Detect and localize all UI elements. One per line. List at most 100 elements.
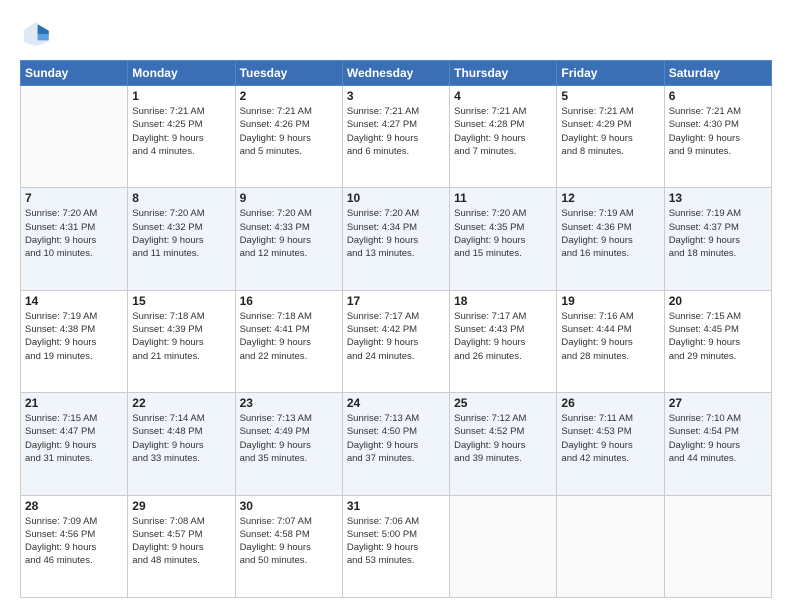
weekday-header-saturday: Saturday [664,61,771,86]
day-info: Sunrise: 7:21 AM Sunset: 4:29 PM Dayligh… [561,105,659,158]
calendar-week-row: 14 Sunrise: 7:19 AM Sunset: 4:38 PM Dayli… [21,290,772,392]
calendar-cell: 3Sunrise: 7:21 AM Sunset: 4:27 PM Daylig… [342,86,449,188]
day-info: Sunrise: 7:06 AM Sunset: 5:00 PM Dayligh… [347,515,445,568]
day-number: 31 [347,499,445,513]
day-number: 14 [25,294,123,308]
calendar-week-row: 21 Sunrise: 7:15 AM Sunset: 4:47 PM Dayli… [21,393,772,495]
weekday-header-wednesday: Wednesday [342,61,449,86]
calendar-cell [557,495,664,597]
logo-icon [20,18,52,50]
calendar-cell: 27 Sunrise: 7:10 AM Sunset: 4:54 PM Dayli… [664,393,771,495]
day-info: Sunrise: 7:20 AM Sunset: 4:34 PM Dayligh… [347,207,445,260]
calendar-cell: 29 Sunrise: 7:08 AM Sunset: 4:57 PM Dayli… [128,495,235,597]
weekday-header-monday: Monday [128,61,235,86]
day-info: Sunrise: 7:20 AM Sunset: 4:35 PM Dayligh… [454,207,552,260]
day-info: Sunrise: 7:13 AM Sunset: 4:50 PM Dayligh… [347,412,445,465]
weekday-header-row: SundayMondayTuesdayWednesdayThursdayFrid… [21,61,772,86]
calendar-cell: 7Sunrise: 7:20 AM Sunset: 4:31 PM Daylig… [21,188,128,290]
calendar-cell: 1 Sunrise: 7:21 AM Sunset: 4:25 PM Daylig… [128,86,235,188]
weekday-header-friday: Friday [557,61,664,86]
day-info: Sunrise: 7:10 AM Sunset: 4:54 PM Dayligh… [669,412,767,465]
day-number: 18 [454,294,552,308]
day-number: 22 [132,396,230,410]
logo [20,18,56,50]
day-number: 8 [132,191,230,205]
day-number: 21 [25,396,123,410]
calendar-table: SundayMondayTuesdayWednesdayThursdayFrid… [20,60,772,598]
calendar-cell: 15 Sunrise: 7:18 AM Sunset: 4:39 PM Dayli… [128,290,235,392]
day-number: 10 [347,191,445,205]
calendar-cell: 28 Sunrise: 7:09 AM Sunset: 4:56 PM Dayli… [21,495,128,597]
day-info: Sunrise: 7:19 AM Sunset: 4:37 PM Dayligh… [669,207,767,260]
day-number: 23 [240,396,338,410]
day-info: Sunrise: 7:18 AM Sunset: 4:41 PM Dayligh… [240,310,338,363]
weekday-header-sunday: Sunday [21,61,128,86]
day-info: Sunrise: 7:20 AM Sunset: 4:32 PM Dayligh… [132,207,230,260]
day-number: 1 [132,89,230,103]
calendar-cell: 12 Sunrise: 7:19 AM Sunset: 4:36 PM Dayli… [557,188,664,290]
day-info: Sunrise: 7:20 AM Sunset: 4:33 PM Dayligh… [240,207,338,260]
day-info: Sunrise: 7:12 AM Sunset: 4:52 PM Dayligh… [454,412,552,465]
day-number: 15 [132,294,230,308]
calendar-cell: 14 Sunrise: 7:19 AM Sunset: 4:38 PM Dayli… [21,290,128,392]
day-number: 24 [347,396,445,410]
calendar-cell: 22 Sunrise: 7:14 AM Sunset: 4:48 PM Dayli… [128,393,235,495]
day-info: Sunrise: 7:16 AM Sunset: 4:44 PM Dayligh… [561,310,659,363]
calendar-week-row: 28 Sunrise: 7:09 AM Sunset: 4:56 PM Dayli… [21,495,772,597]
calendar-cell: 25 Sunrise: 7:12 AM Sunset: 4:52 PM Dayli… [450,393,557,495]
calendar-cell: 18Sunrise: 7:17 AM Sunset: 4:43 PM Dayli… [450,290,557,392]
day-number: 28 [25,499,123,513]
calendar-cell: 6Sunrise: 7:21 AM Sunset: 4:30 PM Daylig… [664,86,771,188]
weekday-header-tuesday: Tuesday [235,61,342,86]
day-number: 29 [132,499,230,513]
day-info: Sunrise: 7:08 AM Sunset: 4:57 PM Dayligh… [132,515,230,568]
day-number: 12 [561,191,659,205]
day-number: 13 [669,191,767,205]
calendar-cell: 9 Sunrise: 7:20 AM Sunset: 4:33 PM Daylig… [235,188,342,290]
day-info: Sunrise: 7:14 AM Sunset: 4:48 PM Dayligh… [132,412,230,465]
day-info: Sunrise: 7:15 AM Sunset: 4:45 PM Dayligh… [669,310,767,363]
day-number: 7 [25,191,123,205]
day-info: Sunrise: 7:17 AM Sunset: 4:42 PM Dayligh… [347,310,445,363]
calendar-cell: 11 Sunrise: 7:20 AM Sunset: 4:35 PM Dayli… [450,188,557,290]
calendar-cell: 20 Sunrise: 7:15 AM Sunset: 4:45 PM Dayli… [664,290,771,392]
day-info: Sunrise: 7:11 AM Sunset: 4:53 PM Dayligh… [561,412,659,465]
day-number: 4 [454,89,552,103]
day-number: 27 [669,396,767,410]
day-info: Sunrise: 7:15 AM Sunset: 4:47 PM Dayligh… [25,412,123,465]
day-info: Sunrise: 7:07 AM Sunset: 4:58 PM Dayligh… [240,515,338,568]
day-info: Sunrise: 7:21 AM Sunset: 4:28 PM Dayligh… [454,105,552,158]
day-info: Sunrise: 7:21 AM Sunset: 4:25 PM Dayligh… [132,105,230,158]
day-number: 16 [240,294,338,308]
day-info: Sunrise: 7:13 AM Sunset: 4:49 PM Dayligh… [240,412,338,465]
day-number: 2 [240,89,338,103]
calendar-cell: 5 Sunrise: 7:21 AM Sunset: 4:29 PM Daylig… [557,86,664,188]
calendar-cell: 21 Sunrise: 7:15 AM Sunset: 4:47 PM Dayli… [21,393,128,495]
calendar-cell [664,495,771,597]
day-number: 17 [347,294,445,308]
calendar-cell: 23 Sunrise: 7:13 AM Sunset: 4:49 PM Dayli… [235,393,342,495]
day-number: 9 [240,191,338,205]
calendar-week-row: 1 Sunrise: 7:21 AM Sunset: 4:25 PM Daylig… [21,86,772,188]
day-info: Sunrise: 7:21 AM Sunset: 4:26 PM Dayligh… [240,105,338,158]
day-info: Sunrise: 7:18 AM Sunset: 4:39 PM Dayligh… [132,310,230,363]
calendar-week-row: 7Sunrise: 7:20 AM Sunset: 4:31 PM Daylig… [21,188,772,290]
day-number: 20 [669,294,767,308]
day-number: 26 [561,396,659,410]
calendar-cell: 8 Sunrise: 7:20 AM Sunset: 4:32 PM Daylig… [128,188,235,290]
calendar-cell: 13 Sunrise: 7:19 AM Sunset: 4:37 PM Dayli… [664,188,771,290]
calendar-cell: 10 Sunrise: 7:20 AM Sunset: 4:34 PM Dayli… [342,188,449,290]
calendar-cell: 2 Sunrise: 7:21 AM Sunset: 4:26 PM Daylig… [235,86,342,188]
day-info: Sunrise: 7:19 AM Sunset: 4:38 PM Dayligh… [25,310,123,363]
calendar-cell: 26 Sunrise: 7:11 AM Sunset: 4:53 PM Dayli… [557,393,664,495]
calendar-cell: 16 Sunrise: 7:18 AM Sunset: 4:41 PM Dayli… [235,290,342,392]
day-info: Sunrise: 7:21 AM Sunset: 4:30 PM Dayligh… [669,105,767,158]
day-info: Sunrise: 7:19 AM Sunset: 4:36 PM Dayligh… [561,207,659,260]
day-number: 11 [454,191,552,205]
calendar-cell [450,495,557,597]
day-info: Sunrise: 7:21 AM Sunset: 4:27 PM Dayligh… [347,105,445,158]
day-info: Sunrise: 7:09 AM Sunset: 4:56 PM Dayligh… [25,515,123,568]
day-number: 5 [561,89,659,103]
day-number: 25 [454,396,552,410]
weekday-header-thursday: Thursday [450,61,557,86]
